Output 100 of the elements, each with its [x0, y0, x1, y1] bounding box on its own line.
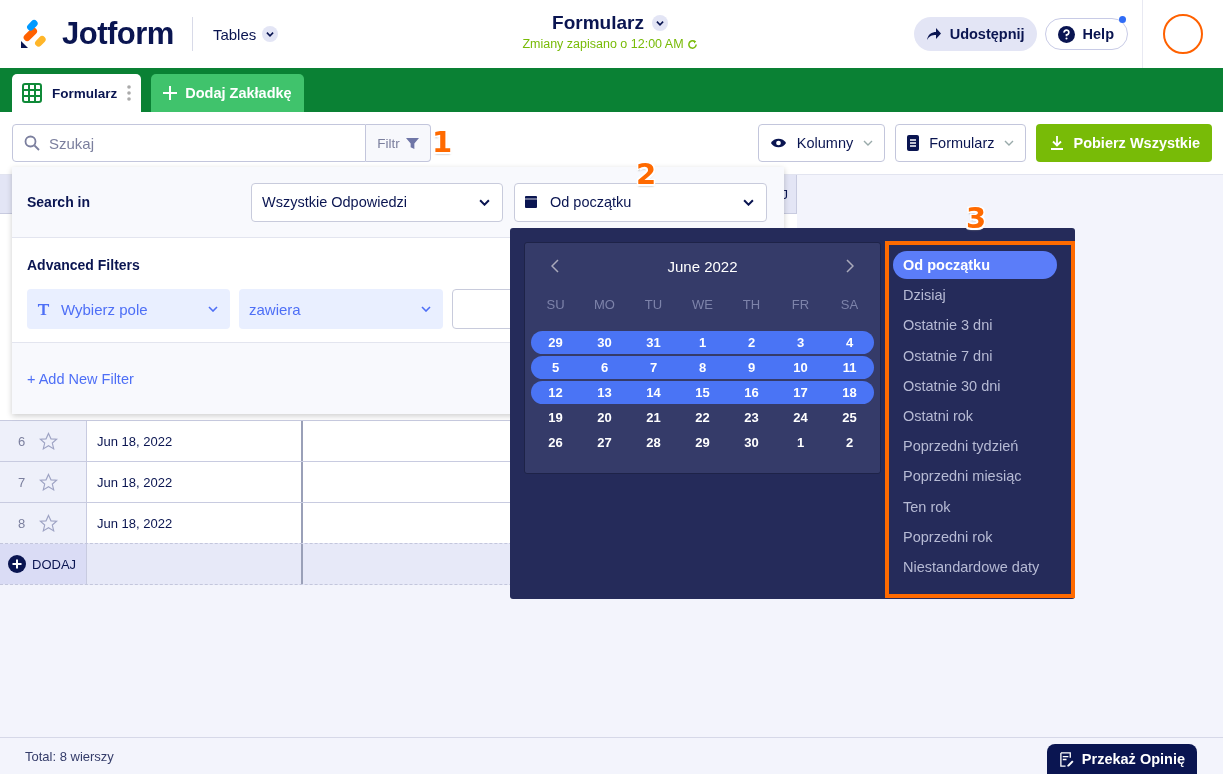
table-cell: Jun 18, 2022 — [97, 433, 173, 449]
help-icon — [1057, 25, 1075, 43]
plus-circle-icon — [8, 555, 26, 573]
calendar-day[interactable]: 31 — [629, 335, 678, 350]
download-icon — [1050, 136, 1065, 150]
range-preset[interactable]: Od początku — [893, 251, 1057, 280]
search-icon — [24, 135, 40, 151]
calendar-day[interactable]: 17 — [776, 385, 825, 400]
calendar-day[interactable]: 21 — [629, 410, 678, 425]
weekday-label: SU — [545, 296, 566, 312]
calendar-day[interactable]: 8 — [678, 360, 727, 375]
calendar-day[interactable]: 28 — [629, 435, 678, 450]
range-preset[interactable]: Ten rok — [893, 492, 1057, 521]
calendar-day[interactable]: 14 — [629, 385, 678, 400]
columns-button[interactable]: Kolumny — [757, 124, 886, 162]
star-icon[interactable] — [39, 431, 59, 451]
row-number: 7 — [18, 474, 26, 490]
calendar-day[interactable]: 30 — [580, 335, 629, 350]
table-cell: Jun 18, 2022 — [97, 474, 173, 490]
calendar-day[interactable]: 12 — [531, 385, 580, 400]
calendar-day[interactable]: 26 — [531, 435, 580, 450]
calendar-day[interactable]: 30 — [727, 435, 776, 450]
previous-month-icon[interactable] — [551, 259, 559, 273]
calendar-day[interactable]: 2 — [727, 335, 776, 350]
add-filter-link[interactable]: + Add New Filter — [27, 370, 134, 387]
next-month-icon[interactable] — [846, 259, 854, 273]
calendar-day[interactable]: 25 — [825, 410, 874, 425]
calendar-day[interactable]: 20 — [580, 410, 629, 425]
feedback-button[interactable]: Przekaż Opinię — [1046, 744, 1197, 774]
star-icon[interactable] — [39, 513, 59, 533]
refresh-icon — [686, 38, 698, 50]
annotation-number: 1 — [432, 128, 453, 157]
plus-icon — [163, 86, 178, 100]
search-field[interactable]: Szukaj — [12, 124, 366, 162]
calendar-day[interactable]: 15 — [678, 385, 727, 400]
calendar-day[interactable]: 1 — [678, 335, 727, 350]
operator-select[interactable]: zawiera — [239, 289, 443, 329]
document-icon — [907, 135, 920, 151]
share-button[interactable]: Udostępnij — [913, 17, 1037, 51]
range-preset[interactable]: Poprzedni rok — [893, 522, 1057, 551]
save-status: Zmiany zapisano o 12:00 AM — [522, 37, 684, 51]
form-title[interactable]: Formularz — [552, 12, 668, 34]
chevron-down-icon — [421, 306, 431, 312]
calendar-day[interactable]: 2 — [825, 435, 874, 450]
share-arrow-icon — [925, 27, 942, 41]
form-button[interactable]: Formularz — [895, 124, 1027, 162]
scope-select[interactable]: Wszystkie Odpowiedzi — [251, 182, 503, 222]
calendar-day[interactable]: 13 — [580, 385, 629, 400]
chevron-down-icon — [262, 26, 279, 42]
calendar-day[interactable]: 3 — [776, 335, 825, 350]
calendar-day[interactable]: 5 — [531, 360, 580, 375]
add-row-button[interactable]: DODAJ — [0, 544, 87, 584]
range-preset[interactable]: Poprzedni tydzień — [893, 432, 1057, 461]
calendar-day[interactable]: 4 — [825, 335, 874, 350]
chevron-down-icon — [743, 198, 754, 206]
chevron-down-icon — [208, 306, 218, 312]
star-icon[interactable] — [39, 472, 59, 492]
calendar-day[interactable]: 23 — [727, 410, 776, 425]
more-dots-icon[interactable] — [127, 84, 132, 102]
calendar-day[interactable]: 7 — [629, 360, 678, 375]
calendar-day[interactable]: 29 — [531, 335, 580, 350]
calendar-day[interactable]: 18 — [825, 385, 874, 400]
calendar-day[interactable]: 1 — [776, 435, 825, 450]
search-in-label: Search in — [27, 194, 92, 210]
logo-text: Jotform — [62, 16, 174, 52]
edit-icon — [1058, 751, 1074, 767]
avatar[interactable] — [1163, 14, 1203, 54]
filter-button[interactable]: Filtr — [366, 124, 431, 162]
funnel-icon — [405, 136, 419, 150]
row-number: 8 — [18, 515, 26, 531]
calendar-day[interactable]: 22 — [678, 410, 727, 425]
calendar-day[interactable]: 27 — [580, 435, 629, 450]
calendar-day[interactable]: 9 — [727, 360, 776, 375]
field-select[interactable]: Wybierz pole — [27, 289, 230, 329]
calendar-icon — [525, 196, 537, 208]
calendar-day[interactable]: 16 — [727, 385, 776, 400]
sheet-tab[interactable]: Formularz — [12, 74, 142, 112]
product-menu[interactable]: Tables — [212, 25, 279, 43]
calendar-day[interactable]: 6 — [580, 360, 629, 375]
row-total: Total: 8 wierszy — [25, 748, 114, 764]
range-preset[interactable]: Ostatnie 30 dni — [893, 371, 1057, 400]
calendar-day[interactable]: 10 — [776, 360, 825, 375]
range-preset[interactable]: Poprzedni miesiąc — [893, 462, 1057, 491]
weekday-label: MO — [593, 296, 616, 312]
range-preset[interactable]: Ostatnie 7 dni — [893, 341, 1057, 370]
grid-icon — [22, 83, 42, 103]
range-preset[interactable]: Ostatni rok — [893, 401, 1057, 431]
range-preset[interactable]: Ostatnie 3 dni — [893, 311, 1057, 340]
table-cell: Jun 18, 2022 — [97, 515, 173, 531]
weekday-label: TH — [741, 296, 762, 312]
calendar-day[interactable]: 24 — [776, 410, 825, 425]
calendar-day[interactable]: 11 — [825, 360, 874, 375]
calendar-day[interactable]: 19 — [531, 410, 580, 425]
eye-icon — [769, 137, 787, 149]
range-preset[interactable]: Dzisiaj — [893, 281, 1057, 310]
annotation-number: 3 — [966, 204, 987, 233]
weekday-label: FR — [790, 296, 811, 312]
calendar-day[interactable]: 29 — [678, 435, 727, 450]
weekday-label: TU — [643, 296, 664, 312]
range-preset[interactable]: Niestandardowe daty — [893, 552, 1057, 582]
